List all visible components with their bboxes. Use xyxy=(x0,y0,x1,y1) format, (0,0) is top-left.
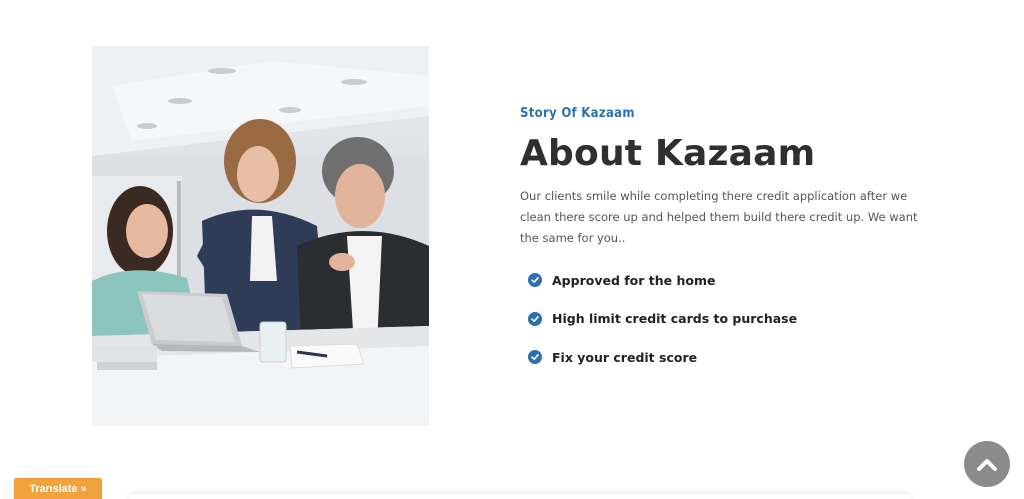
check-circle-icon xyxy=(528,350,542,365)
scroll-to-top-button[interactable] xyxy=(964,441,1010,487)
chevron-up-icon xyxy=(977,459,997,471)
feature-list: Approved for the home High limit credit … xyxy=(520,261,940,377)
translate-button[interactable]: Translate » xyxy=(14,478,102,499)
next-section-edge xyxy=(130,494,910,499)
feature-item: Fix your credit score xyxy=(520,338,940,377)
office-meeting-illustration xyxy=(92,46,429,426)
feature-label: High limit credit cards to purchase xyxy=(552,311,798,327)
section-eyebrow: Story Of Kazaam xyxy=(520,106,635,121)
check-circle-icon xyxy=(528,311,542,326)
section-heading: About Kazaam xyxy=(520,133,816,174)
about-section: Story Of Kazaam About Kazaam Our clients… xyxy=(520,104,940,377)
about-photo xyxy=(92,46,429,426)
feature-label: Fix your credit score xyxy=(552,349,698,365)
check-circle-icon xyxy=(528,273,542,288)
feature-item: High limit credit cards to purchase xyxy=(520,300,940,339)
feature-item: Approved for the home xyxy=(520,261,940,300)
feature-label: Approved for the home xyxy=(552,272,716,288)
section-description: Our clients smile while completing there… xyxy=(520,189,918,245)
